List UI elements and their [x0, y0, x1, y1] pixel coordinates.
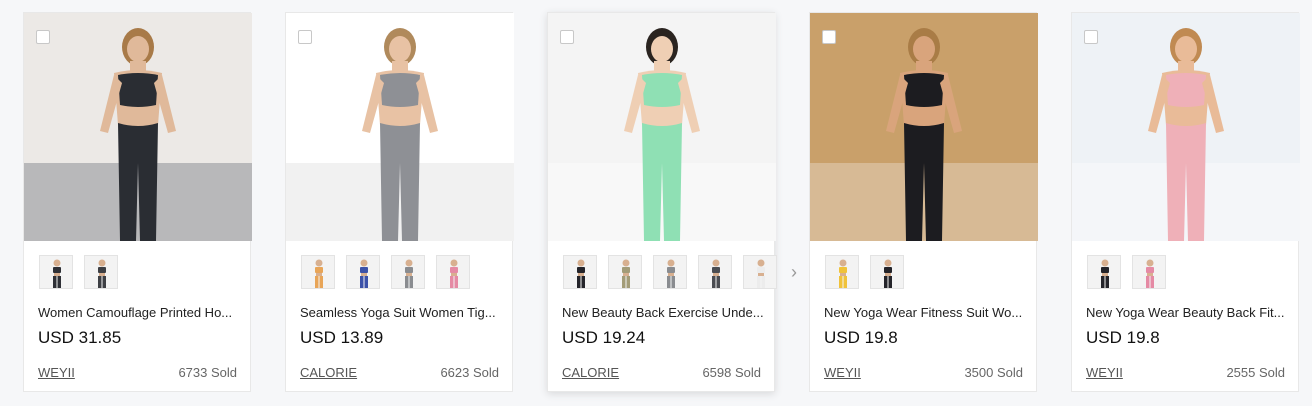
product-title[interactable]: New Yoga Wear Fitness Suit Wo...	[824, 305, 1028, 320]
product-price: USD 31.85	[38, 328, 122, 347]
product-card[interactable]: Seamless Yoga Suit Women Tig... USD 13.8…	[285, 12, 514, 392]
brand-link[interactable]: WEYII	[38, 365, 75, 380]
swatch-black-thumbnail[interactable]	[563, 255, 597, 289]
product-card[interactable]: › New Beauty Back Exercise Unde... USD 1…	[547, 12, 797, 392]
swatch-black-thumbnail[interactable]	[1087, 255, 1121, 289]
sold-count: 3500 Sold	[964, 365, 1023, 380]
select-checkbox[interactable]	[298, 30, 312, 44]
product-card[interactable]: New Yoga Wear Beauty Back Fit... USD 19.…	[1071, 12, 1300, 392]
swatch-black-thumbnail[interactable]	[870, 255, 904, 289]
product-grid: Women Camouflage Printed Ho... USD 31.85…	[23, 12, 1300, 392]
variant-thumbnails: ›	[563, 255, 803, 289]
product-photo-pink-yoga-set	[1072, 13, 1300, 241]
product-image[interactable]	[810, 13, 1038, 241]
variant-thumbnails	[301, 255, 470, 289]
brand-link[interactable]: WEYII	[1086, 365, 1123, 380]
product-image[interactable]	[24, 13, 252, 241]
swatch-white-thumbnail[interactable]	[743, 255, 777, 289]
variant-thumbnails	[825, 255, 904, 289]
sold-count: 6733 Sold	[178, 365, 237, 380]
product-price: USD 19.8	[824, 328, 898, 347]
product-price: USD 19.24	[562, 328, 646, 347]
product-price: USD 19.8	[1086, 328, 1160, 347]
variant-thumbnails	[1087, 255, 1166, 289]
product-card[interactable]: Women Camouflage Printed Ho... USD 31.85…	[23, 12, 252, 392]
brand-link[interactable]: CALORIE	[300, 365, 357, 380]
swatch-charcoal-thumbnail[interactable]	[698, 255, 732, 289]
product-photo-black-leggings-balcony	[810, 13, 1038, 241]
product-title[interactable]: Women Camouflage Printed Ho...	[38, 305, 242, 320]
product-title[interactable]: Seamless Yoga Suit Women Tig...	[300, 305, 504, 320]
select-checkbox[interactable]	[560, 30, 574, 44]
sold-count: 6623 Sold	[440, 365, 499, 380]
brand-link[interactable]: WEYII	[824, 365, 861, 380]
product-photo-grey-yoga-suit	[286, 13, 514, 241]
product-image[interactable]	[548, 13, 776, 241]
variant-thumbnails	[39, 255, 118, 289]
product-image[interactable]	[286, 13, 514, 241]
product-photo-mint-shorts-set	[548, 13, 776, 241]
product-card[interactable]: New Yoga Wear Fitness Suit Wo... USD 19.…	[809, 12, 1038, 392]
select-checkbox[interactable]	[1084, 30, 1098, 44]
product-image[interactable]	[1072, 13, 1300, 241]
select-checkbox[interactable]	[822, 30, 836, 44]
chevron-right-icon[interactable]: ›	[785, 255, 803, 289]
swatch-pink-thumbnail[interactable]	[1132, 255, 1166, 289]
swatch-dark-camo-thumbnail[interactable]	[84, 255, 118, 289]
product-photo-camouflage-suit	[24, 13, 252, 241]
swatch-blue-thumbnail[interactable]	[346, 255, 380, 289]
swatch-orange-thumbnail[interactable]	[301, 255, 335, 289]
swatch-yellow-thumbnail[interactable]	[825, 255, 859, 289]
product-price: USD 13.89	[300, 328, 384, 347]
product-title[interactable]: New Beauty Back Exercise Unde...	[562, 305, 766, 320]
select-checkbox[interactable]	[36, 30, 50, 44]
swatch-khaki-thumbnail[interactable]	[608, 255, 642, 289]
sold-count: 2555 Sold	[1226, 365, 1285, 380]
sold-count: 6598 Sold	[702, 365, 761, 380]
product-title[interactable]: New Yoga Wear Beauty Back Fit...	[1086, 305, 1290, 320]
swatch-pink-thumbnail[interactable]	[436, 255, 470, 289]
swatch-black-camo-thumbnail[interactable]	[39, 255, 73, 289]
brand-link[interactable]: CALORIE	[562, 365, 619, 380]
swatch-grey-thumbnail[interactable]	[391, 255, 425, 289]
swatch-grey-thumbnail[interactable]	[653, 255, 687, 289]
